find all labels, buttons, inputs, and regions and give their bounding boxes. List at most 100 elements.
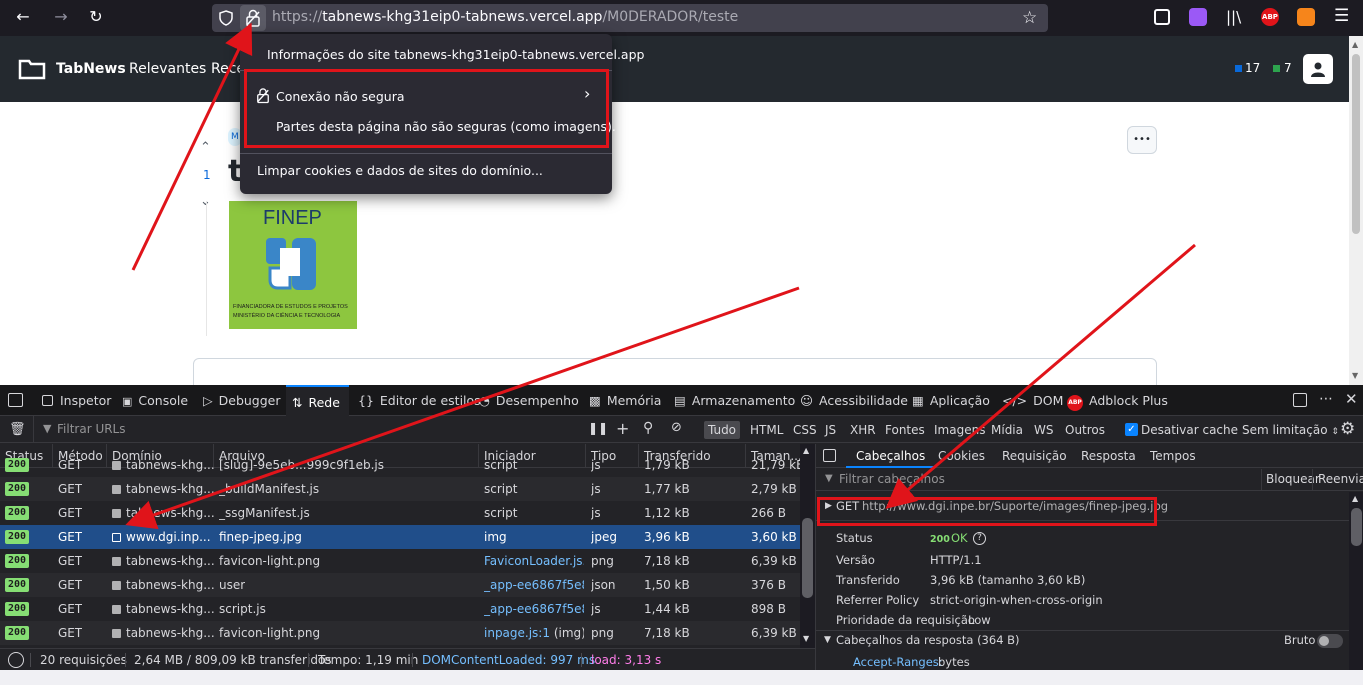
detail-scrollbar[interactable]: ▲ bbox=[1349, 492, 1363, 670]
stopwatch-icon[interactable] bbox=[8, 652, 24, 668]
filter-js[interactable]: JS bbox=[825, 421, 836, 439]
tab-inspector[interactable]: Inspetor bbox=[42, 385, 111, 416]
scroll-up-icon[interactable]: ▲ bbox=[803, 446, 809, 455]
table-row[interactable]: 200 GET www.dgi.inp... finep-jpeg.jpg img jpe… bbox=[0, 525, 800, 549]
user-avatar-icon bbox=[1311, 62, 1325, 77]
throttle-select[interactable]: Sem limitação ⇕ bbox=[1242, 421, 1339, 439]
tab-style-editor[interactable]: {} Editor de estilos bbox=[358, 385, 481, 416]
header-filter-input[interactable]: Filtrar cabeçalhos bbox=[839, 472, 945, 486]
page-scroll-thumb[interactable] bbox=[1352, 54, 1360, 234]
element-picker-icon[interactable] bbox=[8, 393, 23, 407]
upvote-chevron-icon[interactable]: ⌃ bbox=[200, 140, 211, 155]
resend-button[interactable]: Reenviar bbox=[1318, 472, 1363, 486]
detail-scroll-thumb[interactable] bbox=[1351, 508, 1362, 546]
tracking-shield-icon[interactable] bbox=[218, 10, 234, 26]
filter-others[interactable]: Outros bbox=[1065, 421, 1105, 439]
brand-name[interactable]: TabNews bbox=[56, 61, 126, 77]
extension-hex-icon[interactable] bbox=[1189, 8, 1207, 26]
library-icon[interactable]: ||\ bbox=[1226, 8, 1241, 26]
scroll-up-icon[interactable]: ▲ bbox=[1352, 40, 1358, 49]
tabcash-icon bbox=[1273, 65, 1280, 72]
detail-tab-cookies[interactable]: Cookies bbox=[938, 444, 985, 468]
request-table: Status Método Domínio Arquivo Iniciador … bbox=[0, 444, 800, 648]
filter-images[interactable]: Imagens bbox=[934, 421, 985, 439]
filter-css[interactable]: CSS bbox=[793, 421, 817, 439]
table-row[interactable]: 200 GET tabnews-khg... user _app-ee6867f5e8.… bbox=[0, 573, 800, 597]
metamask-fox-icon[interactable] bbox=[1297, 8, 1315, 26]
nav-relevantes[interactable]: Relevantes bbox=[129, 61, 206, 77]
scroll-down-icon[interactable]: ▼ bbox=[803, 634, 809, 643]
tab-network[interactable]: ⇅ Rede bbox=[286, 385, 349, 416]
clear-cookies-button[interactable]: Limpar cookies e dados de sites do domín… bbox=[257, 163, 543, 178]
cell-transferred: 1,50 kB bbox=[644, 578, 690, 592]
adblock-plus-icon[interactable]: ABP bbox=[1261, 8, 1279, 26]
filter-all[interactable]: Tudo bbox=[704, 421, 740, 439]
settings-gear-icon[interactable]: ⚙ bbox=[1340, 419, 1355, 439]
dock-toggle-icon[interactable] bbox=[1293, 393, 1307, 407]
tab-memory[interactable]: ▩ Memória bbox=[589, 385, 661, 416]
back-arrow-icon[interactable]: ← bbox=[12, 7, 34, 29]
response-headers-section[interactable]: Cabeçalhos da resposta (364 B) bbox=[836, 633, 1020, 647]
tab-storage[interactable]: ▤ Armazenamento bbox=[674, 385, 795, 416]
cell-domain: tabnews-khg... bbox=[112, 597, 215, 621]
scroll-up-icon[interactable]: ▲ bbox=[1352, 494, 1358, 503]
folder-logo-icon[interactable] bbox=[18, 58, 46, 80]
tab-debugger[interactable]: ▷ Debugger bbox=[203, 385, 281, 416]
table-row[interactable]: 200 GET tabnews-khg... _buildManifest.js scr… bbox=[0, 477, 800, 501]
disable-cache-label[interactable]: Desativar cache bbox=[1141, 421, 1238, 439]
trash-icon[interactable]: 🗑 bbox=[9, 422, 26, 437]
detail-tab-timings[interactable]: Tempos bbox=[1150, 444, 1196, 468]
forward-arrow-icon[interactable]: → bbox=[50, 7, 72, 29]
popup-divider bbox=[240, 153, 612, 154]
block-icon[interactable]: ⊘ bbox=[671, 420, 682, 435]
bookmark-star-icon[interactable]: ☆ bbox=[1022, 8, 1037, 28]
filter-xhr[interactable]: XHR bbox=[850, 421, 876, 439]
detail-tab-request[interactable]: Requisição bbox=[1002, 444, 1067, 468]
status-divider bbox=[30, 653, 31, 667]
site-info-button[interactable] bbox=[240, 5, 266, 31]
page-scrollbar[interactable]: ▲ ▼ bbox=[1349, 36, 1363, 385]
cell-type: js bbox=[591, 506, 601, 520]
pause-icon[interactable]: ❚❚ bbox=[588, 421, 608, 435]
disable-cache-checkbox[interactable]: ✓ bbox=[1125, 423, 1138, 436]
filter-fonts[interactable]: Fontes bbox=[885, 421, 925, 439]
scroll-down-icon[interactable]: ▼ bbox=[1352, 371, 1358, 380]
filter-ws[interactable]: WS bbox=[1034, 421, 1053, 439]
tab-console[interactable]: ▣ Console bbox=[122, 385, 188, 416]
filter-media[interactable]: Mídia bbox=[991, 421, 1023, 439]
close-devtools-icon[interactable]: ✕ bbox=[1345, 390, 1358, 408]
table-row[interactable]: 200 GET tabnews-khg... [slug]-9e5eb...999c9… bbox=[0, 453, 800, 477]
status-divider bbox=[308, 653, 309, 667]
search-icon[interactable]: ⚲ bbox=[643, 420, 653, 436]
table-row[interactable]: 200 GET tabnews-khg... favicon-light.png Fav… bbox=[0, 549, 800, 573]
more-options-icon[interactable]: ⋯ bbox=[1319, 391, 1333, 407]
detail-tab-headers[interactable]: Cabeçalhos bbox=[846, 444, 936, 468]
user-menu-button[interactable] bbox=[1303, 54, 1333, 84]
more-options-button[interactable]: ••• bbox=[1127, 126, 1157, 154]
table-scroll-thumb[interactable] bbox=[802, 518, 813, 598]
status-code-badge: 200 bbox=[930, 534, 950, 545]
raw-toggle-switch[interactable] bbox=[1317, 634, 1343, 648]
plus-icon[interactable]: + bbox=[616, 419, 629, 438]
detail-tab-response[interactable]: Resposta bbox=[1081, 444, 1136, 468]
tab-application[interactable]: ▦ Aplicação bbox=[912, 385, 990, 416]
hamburger-menu-icon[interactable]: ☰ bbox=[1334, 6, 1349, 26]
table-scrollbar[interactable]: ▲ ▼ bbox=[800, 444, 815, 648]
help-icon[interactable]: ? bbox=[973, 532, 986, 545]
sidebar-toggle-icon[interactable] bbox=[823, 449, 836, 462]
collapse-triangle-icon[interactable]: ▼ bbox=[824, 635, 831, 645]
table-row[interactable]: 200 GET tabnews-khg... script.js _app-ee6867… bbox=[0, 597, 800, 621]
reload-icon[interactable]: ↻ bbox=[85, 7, 107, 29]
tab-performance[interactable]: ◔ Desempenho bbox=[479, 385, 579, 416]
url-filter-input[interactable]: Filtrar URLs bbox=[57, 422, 126, 436]
tab-accessibility[interactable]: ☺ Acessibilidade bbox=[800, 385, 908, 416]
url-bar[interactable]: https://tabnews-khg31eip0-tabnews.vercel… bbox=[212, 4, 1048, 32]
pocket-icon[interactable] bbox=[1154, 9, 1170, 25]
finep-image: FINEP FINANCIADORA DE ESTUDOS E PROJETOS… bbox=[229, 201, 357, 329]
tab-dom[interactable]: </> DOM bbox=[1002, 385, 1063, 416]
url-text[interactable]: https://tabnews-khg31eip0-tabnews.vercel… bbox=[272, 9, 738, 25]
table-row[interactable]: 200 GET tabnews-khg... favicon-light.png inp… bbox=[0, 621, 800, 645]
table-row[interactable]: 200 GET tabnews-khg... _ssgManifest.js scrip… bbox=[0, 501, 800, 525]
filter-html[interactable]: HTML bbox=[750, 421, 783, 439]
tab-adblock-plus[interactable]: ABP Adblock Plus bbox=[1067, 385, 1168, 416]
